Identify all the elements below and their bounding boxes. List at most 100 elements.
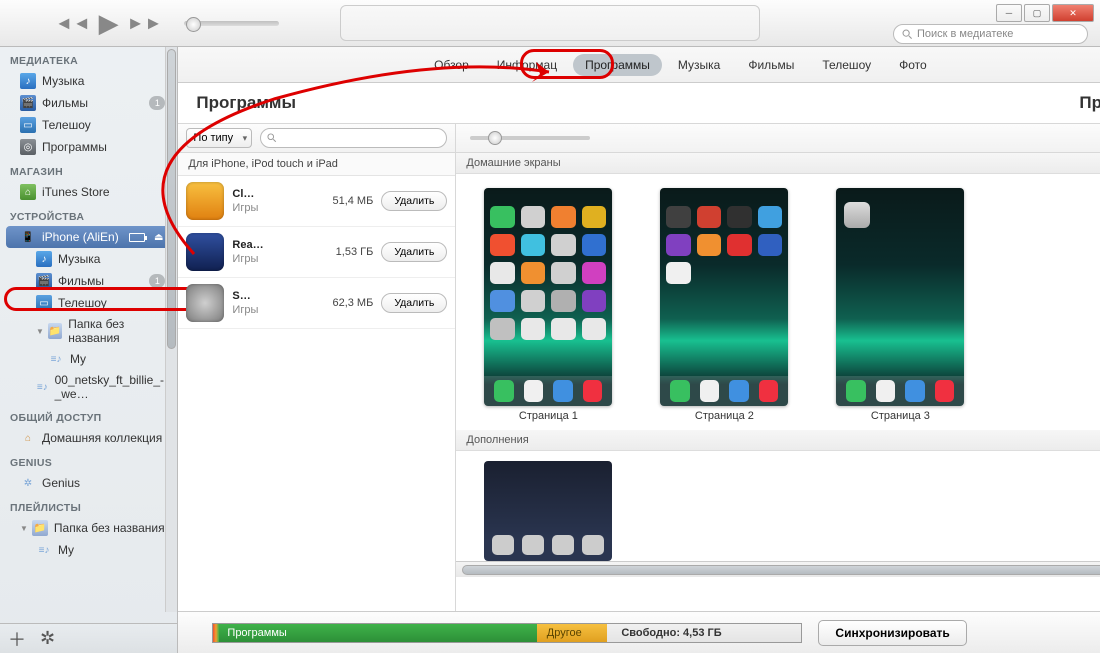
app-row[interactable]: Cl…Игры 51,4 МБ Удалить: [178, 176, 455, 227]
sidebar-item-playlist-my[interactable]: ≡♪ My: [0, 539, 177, 561]
sidebar: МЕДИАТЕКА ♪Музыка 🎬Фильмы1 ▭Телешоу ◎Про…: [0, 47, 178, 653]
music-icon: ♪: [36, 251, 52, 267]
sidebar-item-movies[interactable]: 🎬Фильмы1: [0, 92, 177, 114]
home-screen-page[interactable]: Страница 2: [660, 188, 788, 422]
capacity-other: Другое: [537, 624, 608, 642]
sidebar-label: iTunes Store: [42, 185, 110, 199]
sidebar-item-tv[interactable]: ▭Телешоу: [0, 114, 177, 136]
app-row[interactable]: Rea…Игры 1,53 ГБ Удалить: [178, 227, 455, 278]
delete-app-button[interactable]: Удалить: [381, 293, 447, 313]
horizontal-scrollbar[interactable]: [456, 561, 1100, 577]
content-area: Обзор Информац Программы Музыка Фильмы Т…: [178, 47, 1100, 653]
playlist-icon: ≡♪: [36, 379, 49, 395]
genius-icon: ✲: [20, 475, 36, 491]
playlist-icon: ≡♪: [36, 542, 52, 558]
sidebar-item-device-tv[interactable]: ▭Телешоу: [0, 292, 177, 314]
window-controls: ─ ▢ ✕: [996, 4, 1094, 22]
home-screens-title: Домашние экраны+: [456, 153, 1100, 174]
tab-music[interactable]: Музыка: [666, 54, 732, 76]
sidebar-scrollbar[interactable]: [165, 47, 177, 612]
tv-icon: ▭: [20, 117, 36, 133]
app-genre: Игры: [232, 303, 313, 317]
iphone-icon: 📱: [20, 229, 36, 245]
app-size: 62,3 МБ: [321, 297, 373, 309]
chevron-down-icon[interactable]: ▼: [36, 327, 44, 336]
prev-button[interactable]: ◄◄: [55, 13, 91, 34]
app-row[interactable]: S…Игры 62,3 МБ Удалить: [178, 278, 455, 329]
sidebar-label: My: [70, 352, 86, 366]
eject-icon[interactable]: ⏏: [154, 232, 163, 243]
sidebar-item-device-playlist-my[interactable]: ≡♪My: [0, 348, 177, 370]
tab-apps[interactable]: Программы: [573, 54, 662, 76]
sidebar-label: Папка без названия: [68, 317, 167, 345]
sidebar-label: My: [58, 543, 74, 557]
library-search-input[interactable]: Поиск в медиатеке: [893, 24, 1088, 44]
sidebar-item-device-music[interactable]: ♪ Музыка: [0, 248, 177, 270]
apps-icon: ◎: [20, 139, 36, 155]
volume-slider[interactable]: [184, 21, 279, 26]
sidebar-item-music[interactable]: ♪Музыка: [0, 70, 177, 92]
sync-button[interactable]: Синхронизировать: [818, 620, 966, 646]
maximize-button[interactable]: ▢: [1024, 4, 1050, 22]
tab-overview[interactable]: Обзор: [422, 54, 481, 76]
section-header: Программы Программ: [178, 83, 1100, 123]
home-screens-panel: Домашние экраны+: [456, 123, 1100, 611]
delete-app-button[interactable]: Удалить: [381, 191, 447, 211]
sidebar-footer: ＋ ✲: [0, 623, 177, 653]
chevron-down-icon[interactable]: ▼: [20, 524, 28, 533]
sidebar-item-apps[interactable]: ◎Программы: [0, 136, 177, 158]
sidebar-item-genius[interactable]: ✲ Genius: [0, 472, 177, 494]
bottom-bar: Программы Другое Свободно: 4,53 ГБ Синхр…: [178, 611, 1100, 653]
app-size: 51,4 МБ: [321, 195, 373, 207]
play-button[interactable]: ▶: [99, 8, 119, 39]
sort-label: По типу: [193, 132, 233, 144]
section-title-right: Программ: [1079, 93, 1100, 113]
app-icon: [186, 284, 224, 322]
sidebar-item-itunes-store[interactable]: ⌂ iTunes Store: [0, 181, 177, 203]
folder-icon: 📁: [32, 520, 48, 536]
sidebar-item-device-playlist-track[interactable]: ≡♪00_netsky_ft_billie_-_we…: [0, 370, 177, 404]
search-placeholder: Поиск в медиатеке: [917, 28, 1013, 40]
badge: 1: [149, 96, 165, 110]
store-icon: ⌂: [20, 184, 36, 200]
apps-filter-bar: По типу: [178, 123, 455, 153]
sidebar-label: Музыка: [58, 252, 100, 266]
settings-button[interactable]: ✲: [40, 628, 55, 649]
home-screen-page[interactable]: Страница 1: [484, 188, 612, 422]
sidebar-label: Genius: [42, 476, 80, 490]
sidebar-item-home-sharing[interactable]: ⌂ Домашняя коллекция: [0, 427, 177, 449]
sidebar-item-device-iphone[interactable]: 📱 iPhone (AliEn) ⏏: [6, 226, 171, 248]
sidebar-item-device-folder[interactable]: ▼ 📁 Папка без названия: [0, 314, 177, 348]
next-button[interactable]: ►►: [127, 13, 163, 34]
sidebar-item-device-movies[interactable]: 🎬Фильмы1: [0, 270, 177, 292]
close-button[interactable]: ✕: [1052, 4, 1094, 22]
page-label: Страница 3: [871, 410, 930, 422]
sidebar-label: Музыка: [42, 74, 84, 88]
app-genre: Игры: [232, 252, 313, 266]
extras-screen[interactable]: [484, 461, 612, 561]
top-toolbar: ◄◄ ▶ ►► ─ ▢ ✕ Поиск в медиатеке: [0, 0, 1100, 47]
minimize-button[interactable]: ─: [996, 4, 1022, 22]
folder-icon: 📁: [48, 323, 62, 339]
home-screen-page[interactable]: Страница 3: [836, 188, 964, 422]
app-size: 1,53 ГБ: [321, 246, 373, 258]
sort-dropdown[interactable]: По типу: [186, 128, 252, 148]
home-icon: ⌂: [20, 430, 36, 446]
tab-tv[interactable]: Телешоу: [810, 54, 883, 76]
apps-search-input[interactable]: [260, 128, 447, 148]
app-genre: Игры: [232, 201, 313, 215]
sidebar-group-shared: ОБЩИЙ ДОСТУП: [0, 404, 177, 427]
sidebar-label: Домашняя коллекция: [42, 431, 162, 445]
tab-info[interactable]: Информац: [485, 54, 569, 76]
apps-group-label: Для iPhone, iPod touch и iPad: [178, 153, 455, 176]
sidebar-item-playlist-folder[interactable]: ▼📁Папка без названия: [0, 517, 177, 539]
tab-movies[interactable]: Фильмы: [736, 54, 806, 76]
search-icon: [267, 133, 277, 143]
delete-app-button[interactable]: Удалить: [381, 242, 447, 262]
zoom-slider[interactable]: [470, 136, 590, 140]
add-playlist-button[interactable]: ＋: [8, 626, 26, 652]
capacity-bar: Программы Другое Свободно: 4,53 ГБ: [212, 623, 802, 643]
app-name: S…: [232, 289, 313, 303]
tab-photos[interactable]: Фото: [887, 54, 939, 76]
sidebar-label: Телешоу: [58, 296, 107, 310]
